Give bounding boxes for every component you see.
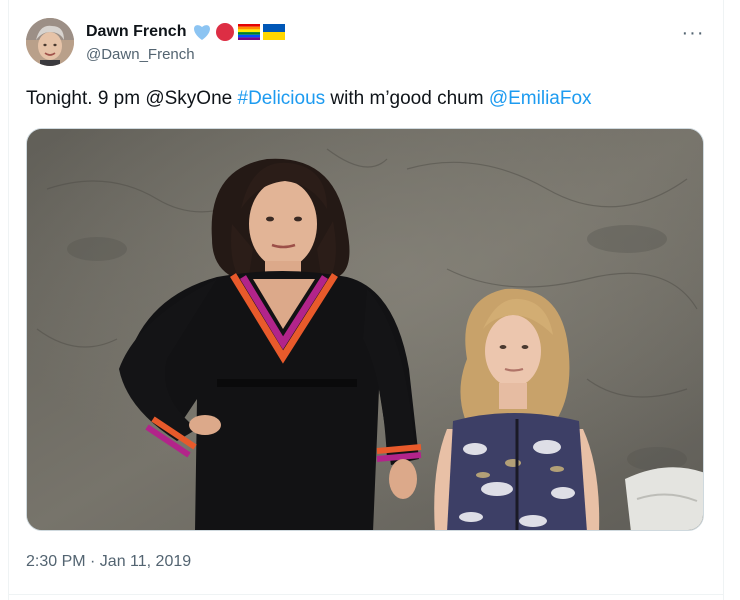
tweet-text-part1: Tonight. 9 pm @SkyOne [26, 88, 238, 109]
right-border [723, 0, 724, 600]
author-name-row[interactable]: Dawn French [86, 21, 286, 43]
bottom-divider [8, 594, 724, 595]
mention-link[interactable]: @EmiliaFox [489, 88, 592, 109]
left-border [8, 0, 9, 600]
tweet-timestamp[interactable]: 2:30 PM · Jan 11, 2019 [26, 551, 191, 573]
avatar[interactable] [26, 18, 74, 66]
blue-heart-icon [194, 25, 211, 40]
tweet-text-part2: with m’good chum [325, 88, 489, 109]
tweet-text: Tonight. 9 pm @SkyOne #Delicious with m’… [26, 86, 706, 112]
name-emoji-badges [192, 22, 286, 42]
more-options-button[interactable]: ··· [680, 20, 706, 46]
tweet-card: Dawn French @Dawn_French ··· Tonight. 9 … [0, 0, 740, 600]
more-dots-icon: ··· [681, 21, 705, 44]
photo-two-women [27, 129, 703, 530]
author-display-name[interactable]: Dawn French [86, 22, 186, 42]
hashtag-link[interactable]: #Delicious [238, 88, 326, 109]
tweet-photo[interactable] [26, 128, 704, 531]
author-handle[interactable]: @Dawn_French [86, 45, 195, 65]
ukraine-flag-icon [263, 24, 286, 40]
red-circle-icon [216, 23, 235, 41]
rainbow-flag-icon [238, 24, 261, 40]
avatar-photo [26, 18, 74, 66]
